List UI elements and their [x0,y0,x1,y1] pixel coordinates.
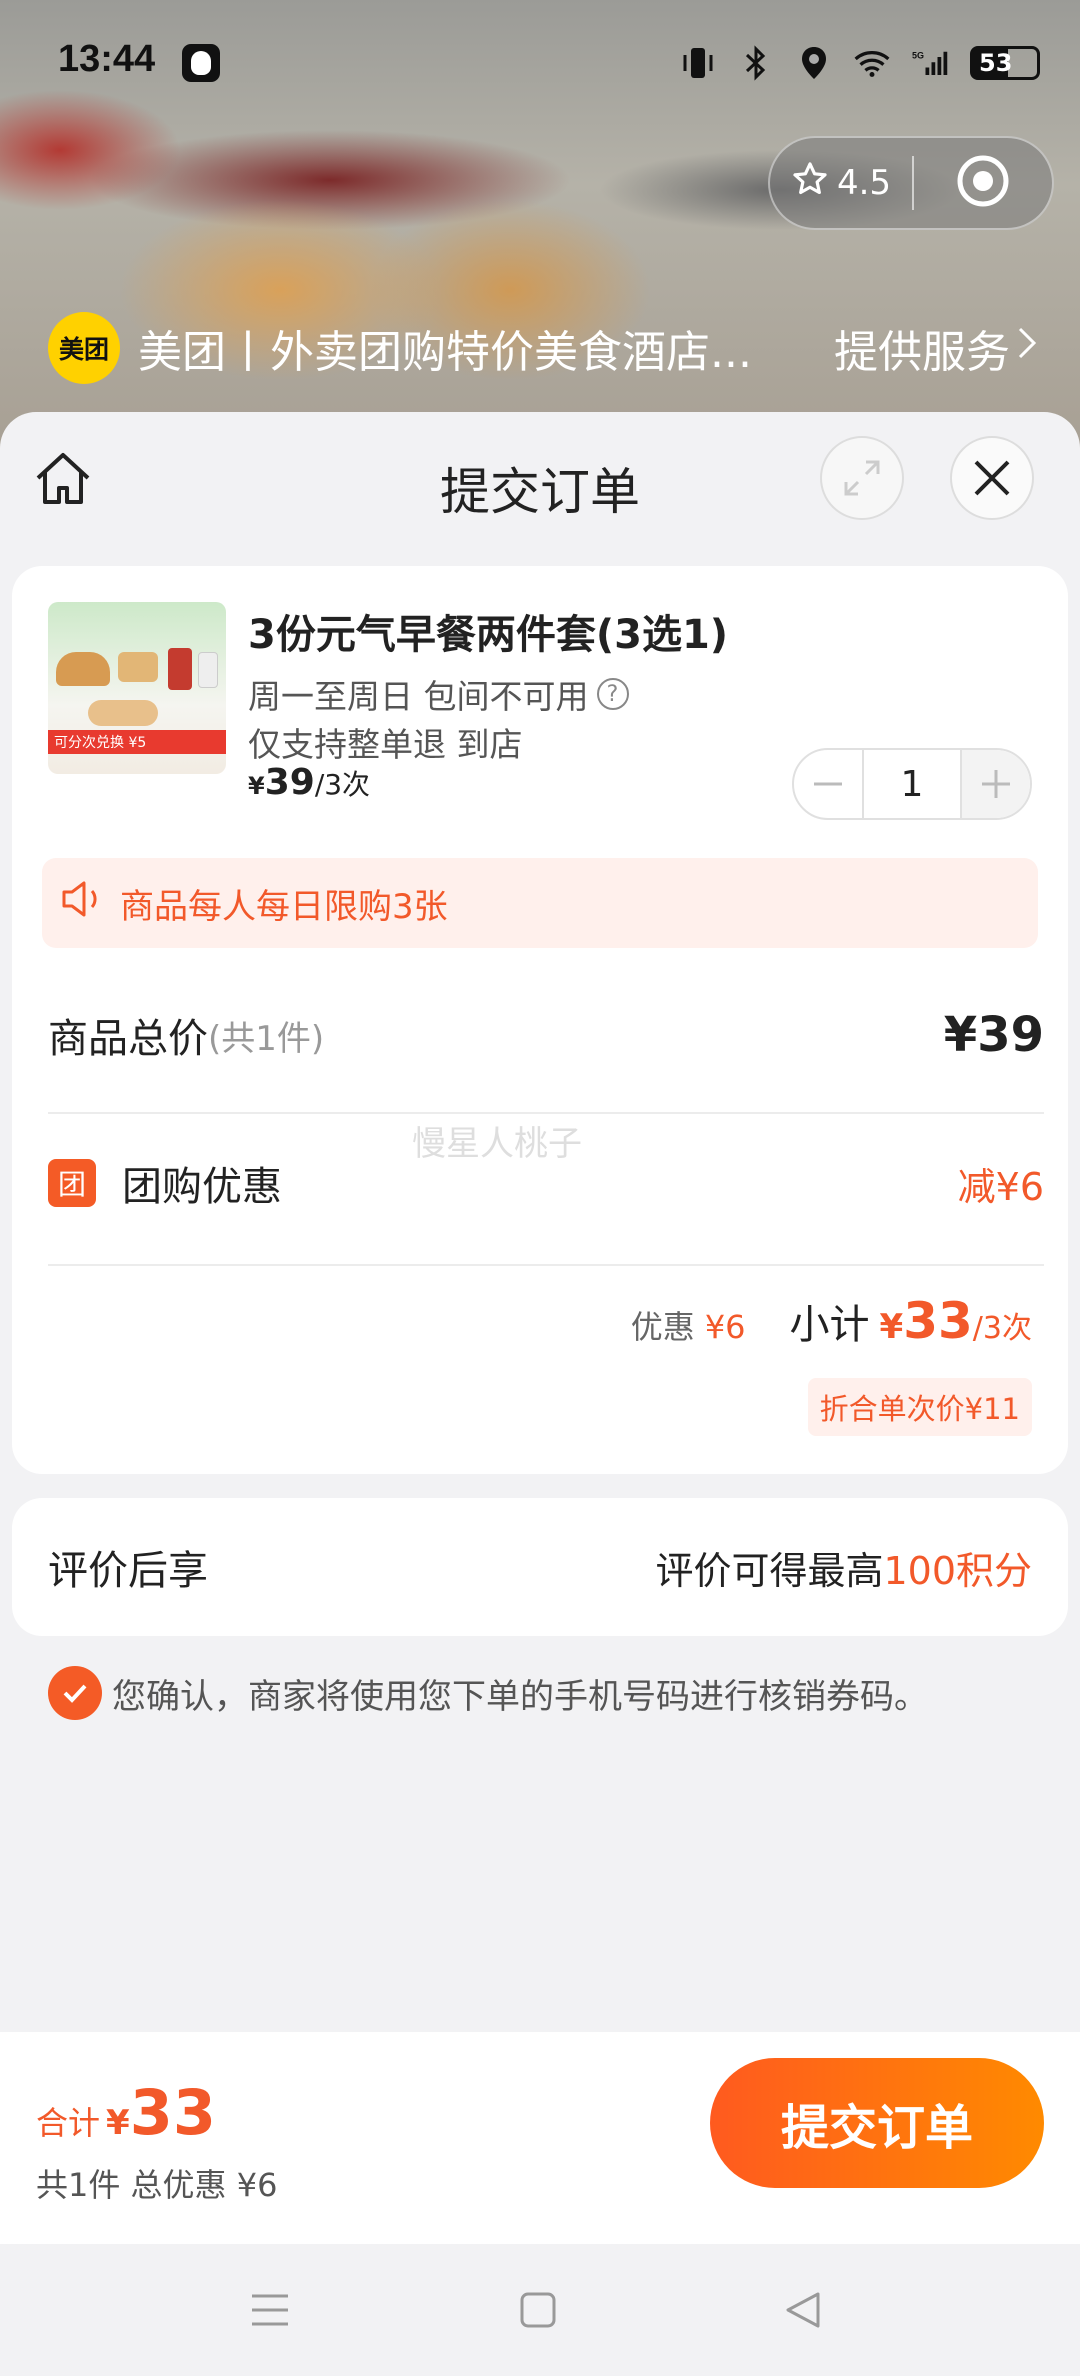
meituan-logo: 美团 [48,312,120,384]
mini-program-capsule: 4.5 [768,136,1054,230]
total-price: 合计 ¥ 33 [36,2076,216,2149]
minus-icon [814,782,842,786]
product-image[interactable]: 可分次兑换 ¥5 [48,602,226,774]
total-currency: ¥ [106,2103,130,2143]
plus-icon [982,770,1010,798]
system-nav-bar [0,2244,1080,2376]
review-reward-card[interactable]: 评价后享 评价可得最高100积分 [12,1498,1068,1636]
location-icon [796,44,832,82]
battery-icon: 53 [970,46,1040,80]
order-sheet: 提交订单 可分次兑换 ¥5 3份元气早餐两件套(3选1) 周一至周日 包间不可用… [0,412,1080,2032]
discount-label: 团购优惠 [122,1164,282,1210]
help-icon[interactable]: ? [596,678,629,710]
group-buy-icon: 团 [48,1159,96,1207]
review-points: 100积分 [883,1548,1032,1593]
divider [48,1112,1044,1114]
mini-program-bar[interactable]: 美团 美团丨外卖团购特价美食酒店... 提供服务 [48,310,1038,386]
product-name: 3份元气早餐两件套(3选1) [248,612,729,658]
status-bar: 13:44 5G 53 [0,0,1080,130]
quantity-stepper[interactable]: 1 [792,748,1032,820]
expand-button[interactable] [820,436,904,520]
review-label: 评价后享 [48,1548,208,1594]
rating-value: 4.5 [836,163,892,203]
savings-value: ¥6 [704,1308,746,1346]
goods-total-label: 商品总价 [48,1016,208,1062]
vibrate-icon [680,44,716,82]
subtotal-label: 小计 [789,1302,870,1348]
plus-button[interactable] [962,750,1030,818]
product-image-tag: 可分次兑换 ¥5 [48,730,226,754]
bluetooth-icon [738,44,774,82]
confirm-row[interactable]: 您确认，商家将使用您下单的手机号码进行核销券码。 [48,1666,928,1720]
goods-total-row: 商品总价 (共1件) ¥39 [48,1006,1044,1064]
subtotal-currency: ¥ [879,1307,904,1347]
per-use-price-badge: 折合单次价¥11 [807,1378,1032,1436]
goods-count: (共1件) [208,1018,325,1059]
service-link[interactable]: 提供服务 [834,316,1038,380]
purchase-limit-notice: 商品每人每日限购3张 [42,858,1038,948]
menu-icon[interactable] [248,2288,292,2332]
total-value: 33 [129,2076,216,2149]
close-miniprogram-button[interactable] [914,153,1052,213]
rating-button[interactable]: 4.5 [770,160,912,207]
target-icon [955,153,1011,213]
confirm-text: 您确认，商家将使用您下单的手机号码进行核销券码。 [112,1676,928,1717]
star-icon [791,160,829,207]
mini-program-title: 美团丨外卖团购特价美食酒店... [138,327,752,378]
wifi-icon [854,44,890,82]
total-summary: 共1件 总优惠 ¥6 [36,2166,278,2204]
subtotal-unit: /3次 [972,1311,1032,1346]
submit-order-button[interactable]: 提交订单 [710,2058,1044,2188]
quantity-value[interactable]: 1 [862,750,962,818]
limit-text: 商品每人每日限购3张 [120,886,448,927]
speaker-icon [60,878,106,929]
checkbox-checked-icon[interactable] [48,1666,102,1720]
minus-button[interactable] [794,750,862,818]
product-price: ¥39/3次 [248,762,371,803]
subtotal-value: 33 [903,1292,973,1350]
sheet-header: 提交订单 [0,412,1080,542]
back-icon[interactable] [782,2288,826,2332]
savings-label: 优惠 [630,1308,695,1346]
order-card: 可分次兑换 ¥5 3份元气早餐两件套(3选1) 周一至周日 包间不可用 ? 仅支… [12,566,1068,1474]
chevron-right-icon [1016,323,1038,374]
review-reward: 评价可得最高100积分 [655,1548,1032,1593]
qq-icon [182,44,220,82]
svg-text:5G: 5G [912,51,924,61]
home-square-icon[interactable] [516,2288,560,2332]
expand-icon [844,460,880,496]
checkout-footer: 合计 ¥ 33 共1件 总优惠 ¥6 提交订单 [0,2032,1080,2244]
divider [48,1264,1044,1266]
status-time: 13:44 [58,38,156,80]
goods-total-value: ¥39 [943,1007,1044,1063]
product-refund-policy: 仅支持整单退 到店 [248,725,523,764]
page-title: 提交订单 [440,463,640,521]
close-button[interactable] [950,436,1034,520]
service-label: 提供服务 [834,327,1010,378]
subtotal-row: 优惠 ¥6 小计 ¥ 33 /3次 [631,1292,1032,1350]
close-icon [974,460,1010,496]
product-availability: 周一至周日 包间不可用 ? [248,670,629,718]
total-label: 合计 [36,2104,101,2142]
availability-text: 周一至周日 包间不可用 [248,677,589,716]
discount-value: 减¥6 [957,1164,1044,1209]
signal-5g-icon: 5G [912,44,948,82]
group-discount-row[interactable]: 团 团购优惠 减¥6 [48,1154,1044,1212]
